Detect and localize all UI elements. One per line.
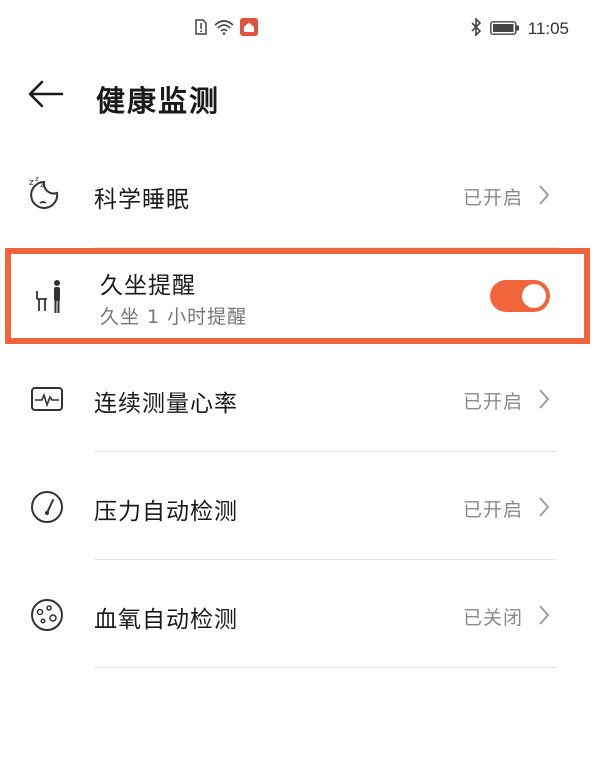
status-bar: 11:05 — [0, 0, 595, 58]
list-item-label: 久坐提醒 — [100, 273, 196, 299]
chevron-right-icon — [537, 388, 551, 410]
list-item-label: 血氧自动检测 — [94, 607, 238, 633]
status-time: 11:05 — [527, 19, 569, 38]
list-item-sedentary-reminder[interactable]: 久坐提醒 久坐 1 小时提醒 — [5, 248, 590, 344]
divider — [94, 667, 557, 668]
home-app-icon — [240, 18, 258, 40]
list-item-sublabel: 久坐 1 小时提醒 — [100, 306, 248, 328]
page-title: 健康监测 — [96, 84, 221, 118]
back-button[interactable] — [26, 76, 66, 116]
sedentary-person-icon — [32, 276, 74, 318]
toggle-knob — [522, 284, 546, 308]
chevron-right-icon — [537, 184, 551, 206]
blood-oxygen-icon — [26, 594, 68, 636]
settings-list: z z z 科学睡眠 已开启 久坐提醒 久坐 1 小时提醒 连续测量心率 已开启… — [0, 140, 595, 668]
list-item-spo2-detection[interactable]: 血氧自动检测 已关闭 — [0, 560, 595, 668]
status-text: 已开启 — [462, 187, 523, 209]
list-item-sleep[interactable]: z z z 科学睡眠 已开启 — [0, 140, 595, 248]
battery-icon — [489, 20, 520, 39]
list-item-label: 连续测量心率 — [94, 391, 238, 417]
svg-text:z: z — [35, 175, 39, 183]
status-text: 已开启 — [462, 391, 523, 413]
status-text: 已关闭 — [462, 607, 523, 629]
chevron-right-icon — [537, 604, 551, 626]
list-item-label: 科学睡眠 — [94, 187, 190, 213]
status-icons-center — [194, 18, 258, 40]
status-icons-right: 11:05 — [470, 17, 569, 40]
sleep-moon-icon: z z z — [26, 174, 68, 216]
sedentary-reminder-toggle[interactable] — [490, 280, 550, 312]
header: 健康监测 — [0, 70, 595, 122]
heart-rate-monitor-icon — [26, 378, 68, 420]
sim-alert-icon — [194, 19, 208, 39]
arrow-left-icon — [28, 80, 64, 112]
list-item-stress-detection[interactable]: 压力自动检测 已开启 — [0, 452, 595, 560]
svg-text:z: z — [40, 180, 44, 189]
status-text: 已开启 — [462, 499, 523, 521]
chevron-right-icon — [537, 496, 551, 518]
bluetooth-icon — [470, 17, 482, 40]
list-item-label: 压力自动检测 — [94, 499, 238, 525]
wifi-icon — [214, 19, 234, 39]
svg-text:z: z — [29, 178, 34, 188]
list-item-heart-rate[interactable]: 连续测量心率 已开启 — [0, 344, 595, 452]
stress-gauge-icon — [26, 486, 68, 528]
